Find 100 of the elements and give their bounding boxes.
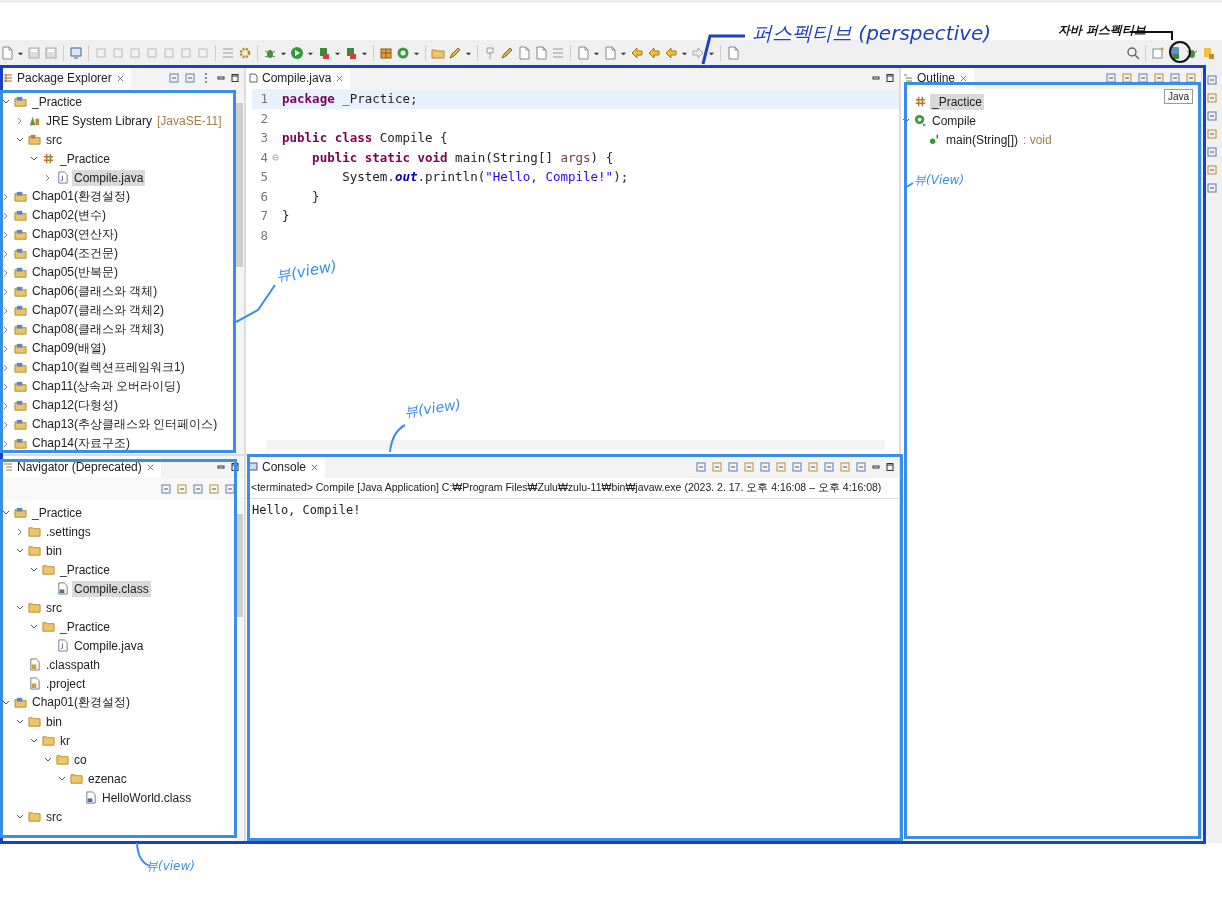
folder-icon: [28, 544, 41, 557]
run-tool-icon[interactable]: [317, 46, 331, 60]
handwritten-note: 퍼스펙티브 (perspective): [752, 20, 992, 47]
tree-item[interactable]: Chap08(클래스와 객체3): [30, 320, 167, 339]
tree-item[interactable]: Chap07(클래스와 객체2): [30, 301, 167, 320]
close-icon[interactable]: [115, 73, 125, 83]
tree-item[interactable]: JRE System Library: [44, 112, 155, 129]
tree-item[interactable]: .classpath: [44, 656, 103, 673]
gear-icon[interactable]: [238, 46, 252, 60]
tree-item[interactable]: Chap13(추상클래스와 인터페이스): [30, 415, 220, 434]
scrollbar[interactable]: [234, 500, 244, 842]
package-explorer-icon: [3, 73, 13, 83]
folder-icon[interactable]: [431, 46, 445, 60]
tree-item[interactable]: Chap02(변수): [30, 206, 109, 225]
tree-item[interactable]: _Practice: [58, 150, 113, 167]
class-icon: [914, 114, 927, 127]
tree-item[interactable]: .settings: [44, 523, 93, 540]
tree-item[interactable]: _Practice: [58, 618, 113, 635]
close-icon[interactable]: [335, 73, 345, 83]
tree-item[interactable]: .project: [44, 675, 88, 692]
package-icon: [914, 95, 927, 108]
new-class-icon[interactable]: [396, 46, 410, 60]
tree-item[interactable]: Chap10(컬렉션프레임워크1): [30, 358, 187, 377]
tree-item[interactable]: src: [44, 599, 64, 616]
fold-icon[interactable]: [271, 153, 279, 161]
tree-item[interactable]: Chap14(자료구조): [30, 434, 133, 453]
tree-item[interactable]: _Practice: [58, 561, 113, 578]
close-icon[interactable]: [959, 73, 969, 83]
project-folder-icon: [14, 380, 27, 393]
save-icon[interactable]: [44, 46, 58, 60]
project-folder-icon: [14, 437, 27, 450]
tree-item[interactable]: Chap01(환경설정): [30, 693, 133, 712]
scrollbar[interactable]: [234, 89, 244, 454]
project-folder-icon: [14, 285, 27, 298]
tree-item[interactable]: src: [44, 131, 64, 148]
run-tool-icon[interactable]: [344, 46, 358, 60]
tab-label: Outline: [917, 71, 956, 85]
tree-item[interactable]: Chap04(조건문): [30, 244, 121, 263]
library-icon: [28, 114, 41, 127]
maximize-icon[interactable]: [885, 462, 895, 472]
tree-item[interactable]: Compile.java: [72, 637, 146, 654]
maximize-icon[interactable]: [230, 73, 240, 83]
project-folder-icon: [14, 696, 27, 709]
view-tab[interactable]: Navigator (Deprecated): [1, 456, 161, 478]
close-icon[interactable]: [310, 462, 320, 472]
project-folder-icon: [14, 209, 27, 222]
maximize-icon[interactable]: [885, 73, 895, 83]
tree-item[interactable]: Chap05(반복문): [30, 263, 121, 282]
scrollbar[interactable]: [266, 440, 885, 450]
tree-item[interactable]: Compile: [930, 112, 978, 129]
minimize-icon[interactable]: [871, 462, 881, 472]
tree-item[interactable]: Compile.class: [72, 580, 151, 597]
package-icon[interactable]: [379, 46, 393, 60]
code-line: System.out.println("Hello, Compile!");: [341, 169, 629, 185]
pencil-icon[interactable]: [500, 46, 514, 60]
run-icon[interactable]: [290, 46, 304, 60]
close-icon[interactable]: [145, 462, 155, 472]
tree-item[interactable]: main(String[]): [944, 131, 1021, 148]
minimize-icon[interactable]: [216, 73, 226, 83]
handwritten-note: 뷰(view): [146, 858, 195, 875]
tree-item[interactable]: src: [44, 808, 64, 825]
tree-item[interactable]: _Practice: [930, 93, 985, 110]
tree-item[interactable]: _Practice: [30, 93, 85, 110]
tree-item[interactable]: Compile.java: [72, 169, 146, 186]
tree-item[interactable]: Chap06(클래스와 객체): [30, 282, 160, 301]
tree-item[interactable]: Chap09(배열): [30, 339, 109, 358]
pin-icon[interactable]: [483, 46, 497, 60]
tree-item[interactable]: bin: [44, 713, 64, 730]
project-folder-icon: [14, 418, 27, 431]
document-icon[interactable]: [517, 46, 531, 60]
tree-item[interactable]: co: [72, 751, 89, 768]
minimize-icon[interactable]: [216, 462, 226, 472]
search-icon[interactable]: [1126, 46, 1140, 60]
tree-item[interactable]: bin: [44, 542, 64, 559]
minimize-icon[interactable]: [871, 73, 881, 83]
document-icon[interactable]: [726, 46, 740, 60]
line-number: 8: [259, 227, 268, 243]
arrow-icon[interactable]: [647, 46, 661, 60]
tree-item[interactable]: _Practice: [30, 504, 85, 521]
tree-item[interactable]: Chap03(연산자): [30, 225, 121, 244]
terminal-icon[interactable]: [69, 46, 83, 60]
tree-item[interactable]: ezenac: [86, 770, 129, 787]
tree-item[interactable]: Chap12(다형성): [30, 396, 121, 415]
view-tab[interactable]: Compile.java: [246, 67, 351, 89]
tree-item[interactable]: HelloWorld.class: [100, 789, 194, 806]
project-folder-icon: [14, 190, 27, 203]
arrow-icon[interactable]: [691, 46, 705, 60]
tree-item[interactable]: Chap01(환경설정): [30, 187, 133, 206]
outline-icon: [903, 73, 913, 83]
project-folder-icon: [14, 399, 27, 412]
project-folder-icon: [14, 95, 27, 108]
document-icon[interactable]: [534, 46, 548, 60]
tree-item[interactable]: kr: [58, 732, 72, 749]
project-folder-icon: [14, 506, 27, 519]
maximize-icon[interactable]: [230, 462, 240, 472]
tooltip: Java: [1163, 89, 1193, 104]
tree-item[interactable]: Chap11(상속과 오버라이딩): [30, 377, 183, 396]
pencil-icon[interactable]: [448, 46, 462, 60]
text-file-icon: [28, 658, 41, 671]
java-perspective-icon[interactable]: [1168, 46, 1182, 60]
